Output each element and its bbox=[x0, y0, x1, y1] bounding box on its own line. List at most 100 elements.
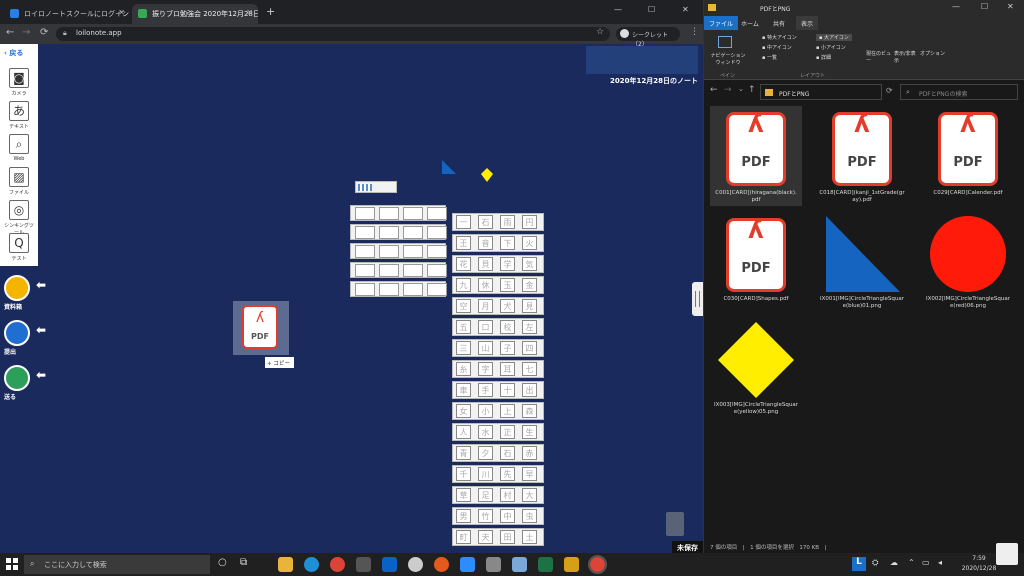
forward-arrow-icon[interactable]: → bbox=[22, 27, 30, 38]
network-icon[interactable]: ▭ bbox=[922, 558, 930, 567]
kanji-card-row[interactable]: 千川先早 bbox=[452, 465, 544, 483]
task-view-icon[interactable]: ⧉ bbox=[240, 557, 247, 568]
menu-dots-icon[interactable]: ⋮ bbox=[690, 27, 699, 37]
close-window-icon[interactable]: ✕ bbox=[682, 5, 689, 14]
kanji-card-row[interactable]: 空月犬見 bbox=[452, 297, 544, 315]
tool-thinking[interactable]: ◎シンキングツール bbox=[3, 200, 35, 236]
volume-icon[interactable]: ◂ bbox=[938, 558, 942, 567]
tool-text[interactable]: あテキスト bbox=[3, 101, 35, 130]
kanji-card-row[interactable]: 五口校左 bbox=[452, 318, 544, 336]
drawer-handle[interactable] bbox=[692, 282, 703, 316]
explorer-search-input[interactable]: ⌕ PDFとPNGの検索 bbox=[900, 84, 1018, 100]
recent-dropdown-icon[interactable]: ⌄ bbox=[738, 85, 744, 93]
back-button[interactable]: ‹ 戻る bbox=[4, 48, 23, 58]
show-hide-button[interactable]: 表示/非表示 bbox=[894, 50, 920, 64]
pdf-card-drag[interactable]: ʎ PDF bbox=[233, 301, 289, 355]
excel-icon[interactable] bbox=[538, 557, 553, 572]
minimize-icon[interactable]: — bbox=[614, 5, 622, 14]
view-medium-icons[interactable]: ▪ 中アイコン bbox=[762, 44, 792, 51]
people-icon[interactable]: ⛭ bbox=[872, 558, 878, 568]
tool-web[interactable]: ⌕ Web bbox=[3, 134, 35, 162]
card-row[interactable] bbox=[350, 262, 447, 278]
url-input[interactable]: 🔒︎ loilonote.app bbox=[56, 27, 610, 41]
taskbar-search[interactable]: ⌕ ここに入力して検索 bbox=[24, 555, 210, 574]
view-large-icons[interactable]: ▪ 大アイコン bbox=[816, 34, 852, 41]
refresh-icon[interactable]: ⟳ bbox=[886, 86, 893, 95]
close-tab-icon[interactable]: ✕ bbox=[118, 8, 125, 17]
kanji-card-row[interactable]: 町天田土 bbox=[452, 528, 544, 546]
view-list[interactable]: ▪ 一覧 bbox=[762, 54, 777, 61]
tab-note[interactable]: 振りブロ勉強会 2020年12月28日の ✕ bbox=[132, 4, 258, 24]
chrome-active-icon[interactable] bbox=[588, 555, 607, 574]
maximize-icon[interactable]: ☐ bbox=[981, 2, 988, 11]
ribbon-tab-file[interactable]: ファイル bbox=[704, 16, 739, 30]
shape-cards[interactable] bbox=[440, 158, 500, 188]
kanji-card-row[interactable]: 一石雨円 bbox=[452, 213, 544, 231]
chrome-icon[interactable] bbox=[330, 557, 345, 572]
trash-icon[interactable] bbox=[666, 512, 684, 536]
ribbon-tab-home[interactable]: ホーム bbox=[736, 16, 764, 30]
tray-app-icon[interactable]: L bbox=[852, 557, 866, 571]
cloud-icon[interactable]: ☁ bbox=[890, 558, 898, 567]
app-icon[interactable] bbox=[564, 557, 579, 572]
nav-pane-button[interactable]: ナビゲーション ウィンドウ bbox=[708, 52, 748, 66]
forward-arrow-icon[interactable]: → bbox=[724, 85, 732, 95]
tray-chevron-icon[interactable]: ⌃ bbox=[908, 558, 915, 567]
file-item[interactable]: ʎ PDF C030[CARD]Shapes.pdf bbox=[710, 212, 802, 312]
back-arrow-icon[interactable]: ← bbox=[6, 27, 14, 38]
file-item[interactable]: ʎ PDF C018[CARD](kanji_1stGrade(gr ay).pdf bbox=[816, 106, 908, 206]
edge-icon[interactable] bbox=[304, 557, 319, 572]
bookmark-star-icon[interactable]: ☆ bbox=[596, 27, 604, 37]
kanji-card-row[interactable]: 青夕石赤 bbox=[452, 444, 544, 462]
address-path[interactable]: PDFとPNG bbox=[760, 84, 882, 100]
view-details[interactable]: ▪ 詳細 bbox=[816, 54, 831, 61]
app-icon[interactable] bbox=[408, 557, 423, 572]
kanji-card-row[interactable]: 糸字耳七 bbox=[452, 360, 544, 378]
ribbon-tab-view[interactable]: 表示 bbox=[796, 16, 819, 30]
current-view-button[interactable]: 現在のビュー bbox=[866, 50, 892, 64]
tab-login[interactable]: ロイロノートスクールにログイン ✕ bbox=[4, 4, 130, 24]
back-arrow-icon[interactable]: ← bbox=[710, 85, 718, 95]
card-row[interactable] bbox=[350, 281, 447, 297]
kanji-card-row[interactable]: 王音下火 bbox=[452, 234, 544, 252]
submit-button[interactable]: ⬅ 提出 bbox=[4, 320, 49, 356]
file-item[interactable]: IX002[IMG]CircleTriangleSquar e(red)06.p… bbox=[922, 212, 1014, 312]
up-arrow-icon[interactable]: ↑ bbox=[748, 85, 756, 95]
file-item[interactable]: ʎ PDF C029[CARD]Calender.pdf bbox=[922, 106, 1014, 206]
card-row[interactable] bbox=[350, 205, 447, 221]
cortana-icon[interactable]: ○ bbox=[218, 557, 227, 568]
kanji-card-row[interactable]: 男竹中虫 bbox=[452, 507, 544, 525]
file-explorer-taskbar-icon[interactable] bbox=[278, 557, 293, 572]
camera-app-icon[interactable] bbox=[486, 557, 501, 572]
close-window-icon[interactable]: ✕ bbox=[1007, 2, 1014, 11]
clock-date[interactable]: 2020/12/28 bbox=[958, 565, 1000, 572]
maximize-icon[interactable]: ☐ bbox=[648, 5, 655, 14]
tool-file[interactable]: ▨ ファイル bbox=[3, 167, 35, 196]
kanji-card-row[interactable]: 女小上森 bbox=[452, 402, 544, 420]
card-small-top[interactable] bbox=[355, 181, 397, 193]
windows-start-icon[interactable] bbox=[6, 558, 18, 570]
view-xl-icons[interactable]: ▪ 特大アイコン bbox=[762, 34, 797, 41]
tool-camera[interactable]: ◙ カメラ bbox=[3, 68, 35, 97]
kanji-card-row[interactable]: 車手十出 bbox=[452, 381, 544, 399]
kanji-card-stack[interactable]: 一石雨円王音下火花貝学気九休玉金空月犬見五口校左三山子四糸字耳七車手十出女小上森… bbox=[452, 213, 544, 553]
file-item[interactable]: IX003[IMG]CircleTriangleSquar e(yellow)0… bbox=[710, 318, 802, 418]
zoom-icon[interactable] bbox=[460, 557, 475, 572]
kanji-card-row[interactable]: 人水正生 bbox=[452, 423, 544, 441]
blue-triangle-card[interactable] bbox=[442, 160, 456, 174]
kanji-card-row[interactable]: 花貝学気 bbox=[452, 255, 544, 273]
kanji-card-row[interactable]: 草足村大 bbox=[452, 486, 544, 504]
kanji-card-row[interactable]: 九休玉金 bbox=[452, 276, 544, 294]
ribbon-tab-share[interactable]: 共有 bbox=[768, 16, 790, 30]
minimize-icon[interactable]: — bbox=[952, 2, 960, 11]
file-item[interactable]: IX001[IMG]CircleTriangleSquar e(blue)01.… bbox=[816, 212, 908, 312]
new-tab-icon[interactable]: + bbox=[266, 5, 275, 18]
close-tab-icon[interactable]: ✕ bbox=[246, 8, 253, 17]
card-row[interactable] bbox=[350, 224, 447, 240]
file-item[interactable]: ʎ PDF C001[CARD](hiragana(black). pdf bbox=[710, 106, 802, 206]
app-icon[interactable] bbox=[434, 557, 449, 572]
material-box-button[interactable]: ⬅ 資料箱 bbox=[4, 275, 49, 311]
app-icon[interactable] bbox=[382, 557, 397, 572]
reload-icon[interactable]: ⟳ bbox=[40, 27, 48, 38]
tool-test[interactable]: Q テスト bbox=[3, 233, 35, 262]
